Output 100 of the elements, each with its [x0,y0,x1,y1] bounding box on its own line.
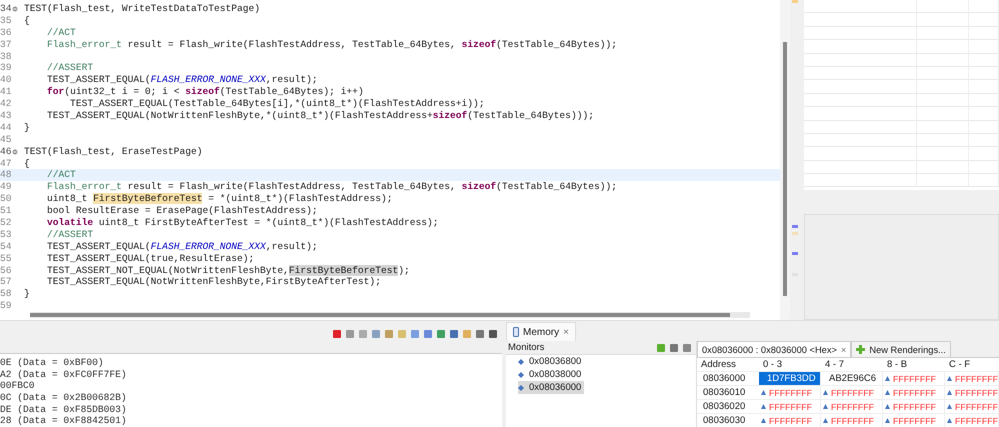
line-number: 58 [0,288,12,300]
close-icon[interactable]: × [840,344,846,354]
line-number: 53 [0,228,12,241]
code-line: volatile uint8_t FirstByteAfterTest = *(uint8_t*)(FlashTestAddress); [46,217,439,229]
line-number: 56 [0,264,12,276]
code-line: uint8_t FirstByteBeforeTest = *(uint8_t*)(FlashTestAddress); [46,193,392,206]
console-line: DE (Data = 0xF85DB003) [0,404,128,416]
monitor-item[interactable]: 0x08036800 [518,355,584,368]
add-icon[interactable] [656,342,666,352]
address-cell: 08036030 [697,414,759,427]
triangle-icon [761,390,766,395]
console-line: 28 (Data = 0xF8842501) [0,415,128,427]
code-line: //ASSERT [46,228,94,241]
line-number: 39 [0,62,12,74]
address-cell: 08036020 [697,400,759,414]
console-line: 0E (Data = 0xBF00) [0,357,105,369]
triangle-icon [885,418,890,423]
triangle-icon [761,404,766,409]
memory-cell[interactable]: FFFFFFFF [945,386,999,400]
memory-cell[interactable]: 1D7FB3DD [759,372,821,386]
triangle-icon [823,390,828,395]
code-line: //ASSERT [46,62,94,74]
line-number: 54 [0,240,12,253]
fold-icon[interactable] [12,148,18,155]
code-line: TEST_ASSERT_EQUAL(FLASH_ERROR_NONE_XXX,result); [46,74,318,86]
stop-icon[interactable] [332,329,342,339]
memory-cell[interactable]: FFFFFFFF [945,414,999,427]
triangle-icon [885,390,890,395]
code-line: //ACT [46,26,76,39]
monitor-item[interactable]: 0x08036000 [518,381,584,394]
code-line: TEST_ASSERT_EQUAL(NotWrittenFleshByte,FirstByteAfterTest); [46,276,381,288]
memory-cell[interactable]: FFFFFFFF [883,400,945,414]
console-line: 0C (Data = 0x2B00682B) [0,392,128,404]
code-line: bool ResultErase = ErasePage(FlashTestAddress); [46,205,318,218]
code-line: //ACT [46,169,76,182]
line-number: 50 [0,193,12,206]
memory-tab[interactable]: Memory × [506,322,576,341]
line-number: 48 [0,169,12,182]
line-number: 57 [0,276,12,288]
new-renderings-button[interactable]: New Renderings... [851,341,951,357]
rendering-tab[interactable]: 0x08036000 : 0x8036000 <Hex> × [697,341,852,357]
code-line: for(uint32_t i = 0; i < sizeof(TestTable_64Bytes); i++) [46,86,364,98]
column-header: 8 - B [883,358,945,372]
memory-cell[interactable]: FFFFFFFF [883,386,945,400]
code-line: } [24,288,30,300]
memory-cell[interactable]: FFFFFFFF [821,386,883,400]
line-number: 47 [0,158,12,170]
line-number: 55 [0,252,12,265]
horizontal-scrollbar[interactable] [30,312,750,318]
memory-cell[interactable]: AB2E96C6 [821,372,883,386]
memory-cell[interactable]: FFFFFFFF [759,400,821,414]
triangle-icon [823,418,828,423]
plus-icon [856,345,866,354]
memory-cell[interactable]: FFFFFFFF [759,386,821,400]
memory-cell[interactable]: FFFFFFFF [759,414,821,427]
diamond-icon [518,384,524,390]
code-line: TEST_ASSERT_EQUAL(FLASH_ERROR_NONE_XXX,result); [46,240,318,253]
memory-cell[interactable]: FFFFFFFF [883,372,945,386]
code-line: Flash_error_t result = Flash_write(FlashTestAddress, TestTable_64Bytes, sizeof(TestTable_64Bytes)); [46,181,618,194]
fold-icon[interactable] [12,6,18,12]
triangle-icon [947,404,952,409]
memory-cell[interactable]: FFFFFFFF [945,400,999,414]
monitor-item[interactable]: 0x08038000 [518,368,584,381]
monitors-label: Monitors [508,342,544,353]
line-number: 46 [0,146,12,158]
memory-cell[interactable]: FFFFFFFF [945,372,999,386]
code-line: TEST(Flash_test, WriteTestDataToTestPage) [24,3,260,15]
address-cell: 08036010 [697,386,759,400]
close-icon[interactable]: × [563,326,569,338]
memory-cell[interactable]: FFFFFFFF [883,414,945,427]
line-number: 49 [0,181,12,194]
code-line: TEST(Flash_test, EraseTestPage) [24,146,202,158]
line-number: 40 [0,74,12,86]
line-number: 43 [0,110,12,122]
code-line: { [24,158,30,170]
memory-icon [513,327,519,337]
line-number: 42 [0,98,12,110]
code-editor[interactable] [0,0,780,320]
column-header: 4 - 7 [821,358,883,372]
console-line: A2 (Data = 0xFC0FF7FE) [0,368,128,380]
triangle-icon [947,390,952,395]
vertical-scrollbar[interactable] [780,0,790,320]
code-line: TEST_ASSERT_EQUAL(true,ResultErase); [46,252,254,265]
line-number: 52 [0,217,12,229]
console-line: 00FBC0 [0,380,36,392]
code-line: TEST_ASSERT_NOT_EQUAL(NotWrittenFleshByte,FirstByteBeforeTest); [46,264,410,276]
line-number: 38 [0,50,12,62]
diamond-icon [518,372,524,378]
triangle-icon [947,418,952,423]
line-number: 34 [0,3,12,15]
diamond-icon [518,358,524,364]
line-number: 41 [0,86,12,98]
triangle-icon [885,376,890,381]
line-number: 59 [0,300,12,312]
code-line: Flash_error_t result = Flash_write(FlashTestAddress, TestTable_64Bytes, sizeof(TestTable_64Bytes)); [46,38,618,51]
line-number: 45 [0,134,12,146]
memory-cell[interactable]: FFFFFFFF [821,414,883,427]
column-header: C - F [945,358,999,372]
memory-cell[interactable]: FFFFFFFF [821,400,883,414]
triangle-icon [823,404,828,409]
